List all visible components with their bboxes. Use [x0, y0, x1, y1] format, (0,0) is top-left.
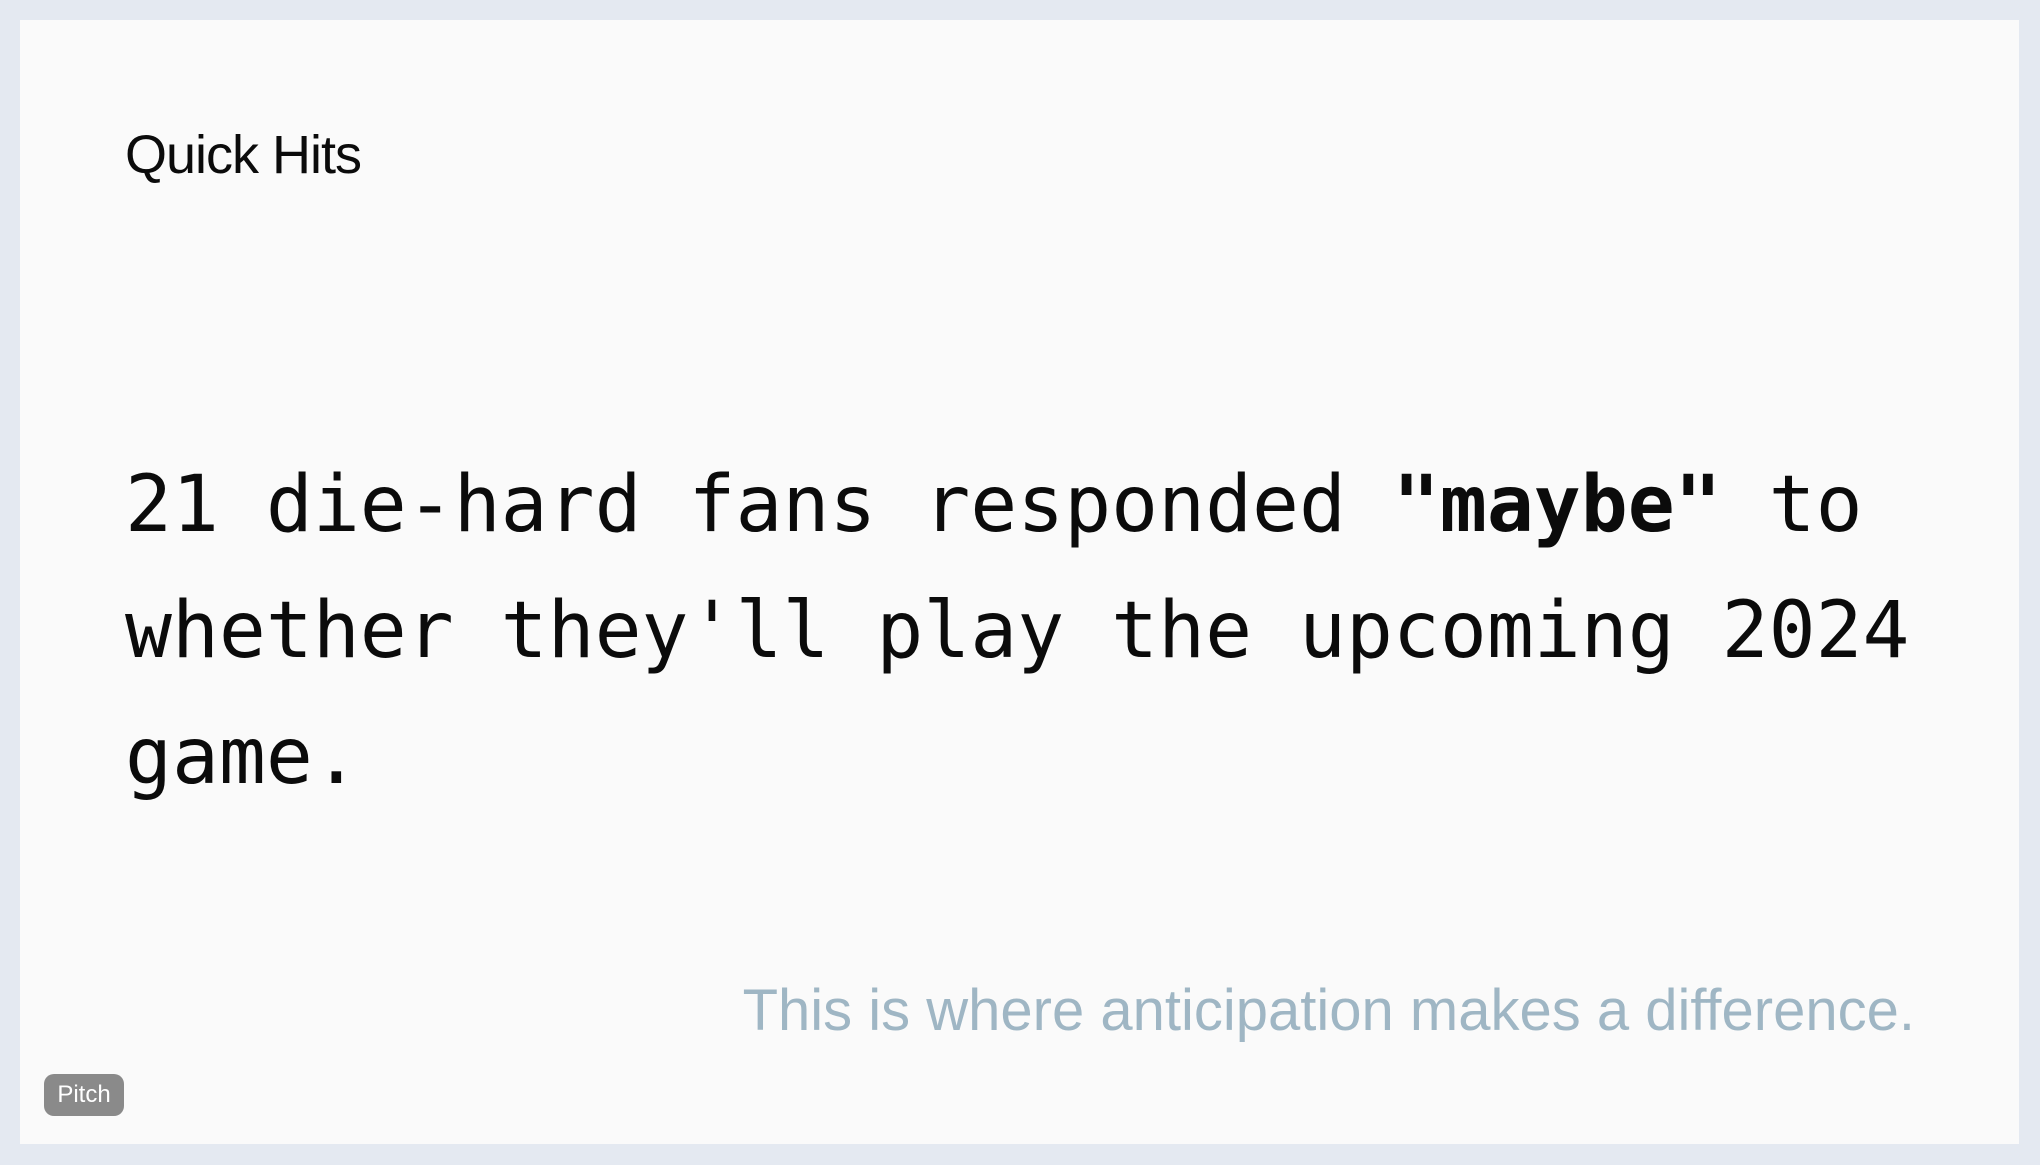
headline-emphasis: "maybe"	[1392, 460, 1722, 550]
pitch-badge[interactable]: Pitch	[44, 1074, 124, 1116]
headline: 21 die-hard fans responded "maybe" to wh…	[125, 442, 1915, 820]
slide-title: Quick Hits	[125, 125, 362, 185]
headline-text-before: 21 die-hard fans responded	[125, 460, 1393, 550]
slide-subtext: This is where anticipation makes a diffe…	[742, 978, 1915, 1043]
slide: Quick Hits 21 die-hard fans responded "m…	[20, 20, 2019, 1144]
